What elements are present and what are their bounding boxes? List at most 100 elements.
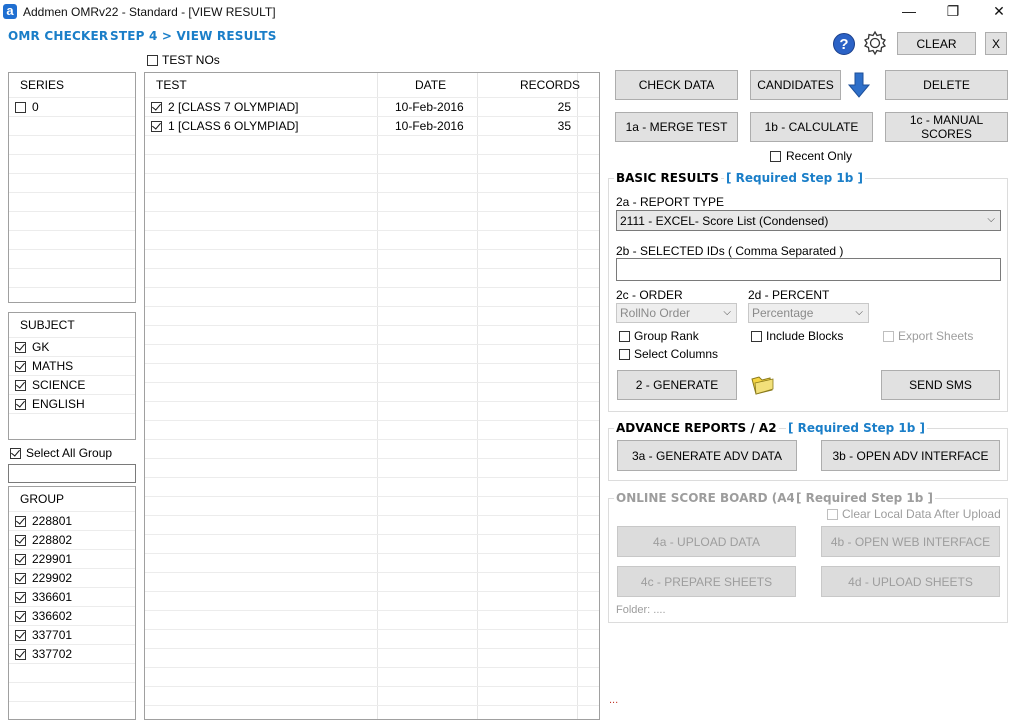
group-checkbox-228802[interactable]	[15, 535, 26, 546]
group-item-label: 337702	[32, 647, 73, 661]
row-checkbox[interactable]	[151, 121, 162, 132]
x-button[interactable]: X	[985, 32, 1007, 55]
close-window-button[interactable]: ✕	[976, 0, 1022, 24]
group-checkbox-336601[interactable]	[15, 592, 26, 603]
include-blocks-label: Include Blocks	[766, 329, 844, 343]
tests-table: TEST DATE RECORDS 2 [CLASS 7 OLYMPIAD] 1…	[144, 72, 600, 720]
select-all-group-label: Select All Group	[26, 446, 113, 460]
title-bar: a Addmen OMRv22 - Standard - [VIEW RESUL…	[0, 0, 1024, 24]
subject-checkbox-english[interactable]	[15, 399, 26, 410]
group-checkbox-337701[interactable]	[15, 630, 26, 641]
group-checkbox-337702[interactable]	[15, 649, 26, 660]
candidates-label: CANDIDATES	[757, 78, 834, 92]
group-item-label: 336602	[32, 609, 73, 623]
order-value: RollNo Order	[620, 306, 691, 320]
recent-only-checkbox[interactable]	[770, 151, 781, 162]
report-type-value: 2111 - EXCEL- Score List (Condensed)	[620, 213, 829, 228]
upload-data-button[interactable]: 4a - UPLOAD DATA	[617, 526, 796, 557]
delete-button[interactable]: DELETE	[885, 70, 1008, 100]
generate-button[interactable]: 2 - GENERATE	[617, 370, 737, 400]
report-type-select[interactable]: 2111 - EXCEL- Score List (Condensed) ⌵	[616, 210, 1001, 231]
cell-test: 1 [CLASS 6 OLYMPIAD]	[168, 119, 299, 133]
series-checkbox-0[interactable]	[15, 102, 26, 113]
row-checkbox[interactable]	[151, 102, 162, 113]
folder-icon[interactable]	[750, 374, 776, 396]
send-sms-button[interactable]: SEND SMS	[881, 370, 1000, 400]
clear-local-checkbox[interactable]	[827, 509, 838, 520]
subject-panel: SUBJECT GK MATHS SCIENCE ENGLISH	[8, 312, 136, 440]
percent-select[interactable]: Percentage ⌵	[748, 303, 869, 323]
group-item-label: 229901	[32, 552, 73, 566]
app-logo-icon: a	[3, 4, 17, 19]
merge-test-label: 1a - MERGE TEST	[625, 120, 728, 134]
percent-value: Percentage	[752, 306, 814, 320]
gear-icon[interactable]	[862, 30, 888, 56]
arrow-down-icon[interactable]	[847, 71, 871, 99]
advance-reports-required: [ Required Step 1b ]	[786, 421, 927, 435]
group-item-label: 228801	[32, 514, 73, 528]
select-all-group-checkbox[interactable]	[10, 448, 21, 459]
nav-step[interactable]: STEP 4 > VIEW RESULTS	[110, 29, 277, 43]
recent-only-label: Recent Only	[786, 149, 853, 163]
basic-results-title: BASIC RESULTS	[614, 171, 721, 185]
export-sheets-checkbox[interactable]	[883, 331, 894, 342]
open-adv-interface-button[interactable]: 3b - OPEN ADV INTERFACE	[821, 440, 1000, 471]
candidates-button[interactable]: CANDIDATES	[750, 70, 841, 100]
restore-button[interactable]: ❐	[930, 0, 976, 24]
group-checkbox-229902[interactable]	[15, 573, 26, 584]
open-adv-label: 3b - OPEN ADV INTERFACE	[832, 448, 989, 463]
chevron-down-icon: ⌵	[723, 307, 731, 318]
subject-checkbox-gk[interactable]	[15, 342, 26, 353]
prepare-sheets-button[interactable]: 4c - PREPARE SHEETS	[617, 566, 796, 597]
upload-data-label: 4a - UPLOAD DATA	[653, 534, 760, 549]
select-columns-label: Select Columns	[634, 347, 719, 361]
check-data-button[interactable]: CHECK DATA	[615, 70, 738, 100]
group-rank-checkbox[interactable]	[619, 331, 630, 342]
clear-button[interactable]: CLEAR	[897, 32, 976, 55]
cell-records: 25	[557, 100, 571, 114]
subject-header: SUBJECT	[20, 318, 75, 332]
selected-ids-input[interactable]	[616, 258, 1001, 281]
test-nos-label: TEST NOs	[162, 53, 220, 67]
series-panel: SERIES 0	[8, 72, 136, 303]
column-header-test[interactable]: TEST	[156, 78, 187, 92]
minimize-button[interactable]: —	[886, 0, 932, 24]
prepare-sheets-label: 4c - PREPARE SHEETS	[640, 574, 773, 589]
upload-sheets-button[interactable]: 4d - UPLOAD SHEETS	[821, 566, 1000, 597]
group-checkbox-229901[interactable]	[15, 554, 26, 565]
group-item-label: 228802	[32, 533, 73, 547]
window-title: Addmen OMRv22 - Standard - [VIEW RESULT]	[23, 5, 276, 19]
group-item-label: 337701	[32, 628, 73, 642]
group-filter-input[interactable]	[8, 464, 136, 483]
group-checkbox-336602[interactable]	[15, 611, 26, 622]
column-header-records[interactable]: RECORDS	[520, 78, 580, 92]
online-score-board-required: [ Required Step 1b ]	[794, 491, 935, 505]
merge-test-button[interactable]: 1a - MERGE TEST	[615, 112, 738, 142]
open-web-interface-button[interactable]: 4b - OPEN WEB INTERFACE	[821, 526, 1000, 557]
chevron-down-icon: ⌵	[987, 214, 995, 225]
column-header-date[interactable]: DATE	[415, 78, 446, 92]
nav-omr-checker[interactable]: OMR CHECKER	[8, 29, 108, 43]
select-columns-checkbox[interactable]	[619, 349, 630, 360]
x-label: X	[991, 36, 1000, 51]
group-rank-label: Group Rank	[634, 329, 699, 343]
send-sms-label: SEND SMS	[909, 378, 972, 392]
cell-date: 10-Feb-2016	[395, 119, 464, 133]
help-icon[interactable]: ?	[833, 33, 855, 55]
selected-ids-label: 2b - SELECTED IDs ( Comma Separated )	[616, 244, 844, 258]
include-blocks-checkbox[interactable]	[751, 331, 762, 342]
generate-label: 2 - GENERATE	[635, 378, 719, 392]
calculate-button[interactable]: 1b - CALCULATE	[750, 112, 873, 142]
percent-label: 2d - PERCENT	[748, 288, 830, 302]
open-web-label: 4b - OPEN WEB INTERFACE	[830, 534, 991, 549]
folder-path-label: Folder: ....	[616, 604, 666, 616]
order-select[interactable]: RollNo Order ⌵	[616, 303, 737, 323]
manual-scores-button[interactable]: 1c - MANUAL SCORES	[885, 112, 1008, 142]
group-header: GROUP	[20, 492, 65, 506]
subject-checkbox-science[interactable]	[15, 380, 26, 391]
generate-adv-data-button[interactable]: 3a - GENERATE ADV DATA	[617, 440, 797, 471]
test-nos-checkbox[interactable]	[147, 55, 158, 66]
subject-item-label: SCIENCE	[32, 378, 86, 392]
group-checkbox-228801[interactable]	[15, 516, 26, 527]
subject-checkbox-maths[interactable]	[15, 361, 26, 372]
